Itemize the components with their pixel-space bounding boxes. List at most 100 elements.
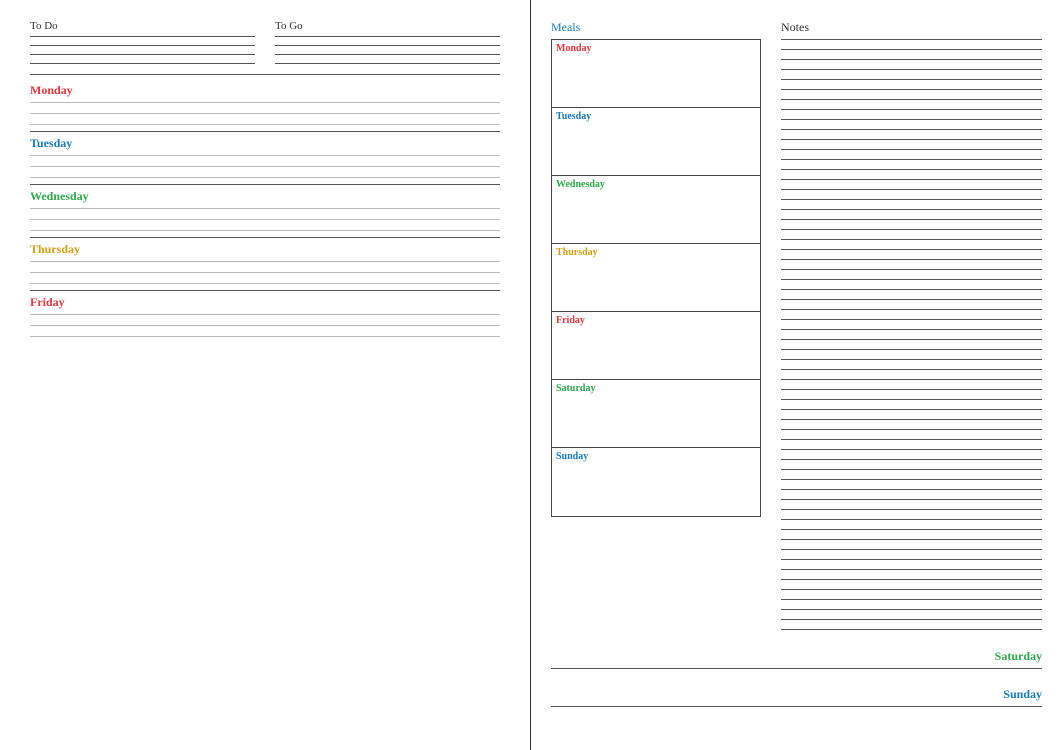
- rn-line-14: [781, 169, 1042, 170]
- rn-line-38: [781, 409, 1042, 410]
- monday-line-1: [30, 102, 500, 103]
- meal-saturday-label: Saturday: [556, 383, 756, 394]
- saturday-divider: [551, 668, 1042, 669]
- meal-thursday-label: Thursday: [556, 247, 756, 258]
- rn-line-33: [781, 359, 1042, 360]
- rn-line-21: [781, 239, 1042, 240]
- friday-line-2: [30, 325, 500, 326]
- meal-sunday: Sunday: [552, 448, 760, 516]
- top-divider: [30, 74, 500, 75]
- rn-line-29: [781, 319, 1042, 320]
- meal-saturday: Saturday: [552, 380, 760, 448]
- todo-lines: [30, 36, 255, 64]
- rn-line-13: [781, 159, 1042, 160]
- thursday-divider: [30, 290, 500, 291]
- friday-label: Friday: [30, 295, 500, 310]
- meal-friday: Friday: [552, 312, 760, 380]
- tuesday-lines: [30, 155, 500, 178]
- togo-label: To Go: [275, 20, 500, 32]
- rn-line-7: [781, 99, 1042, 100]
- wednesday-label: Wednesday: [30, 189, 500, 204]
- rn-line-11: [781, 139, 1042, 140]
- rn-line-51: [781, 539, 1042, 540]
- rn-line-49: [781, 519, 1042, 520]
- todo-col: To Do: [30, 20, 255, 64]
- monday-line-3: [30, 124, 500, 125]
- rn-line-32: [781, 349, 1042, 350]
- rn-line-59: [781, 619, 1042, 620]
- bottom-days-section: Saturday Sunday: [551, 649, 1042, 707]
- day-monday: Monday: [30, 83, 500, 125]
- saturday-row: Saturday: [551, 649, 1042, 664]
- meals-table: Monday Tuesday Wednesday Thursday Friday: [551, 39, 761, 517]
- togo-line-4: [275, 63, 500, 64]
- meal-sunday-label: Sunday: [556, 451, 756, 462]
- rn-line-6: [781, 89, 1042, 90]
- rn-line-39: [781, 419, 1042, 420]
- meal-monday: Monday: [552, 40, 760, 108]
- rn-line-35: [781, 379, 1042, 380]
- rn-line-46: [781, 489, 1042, 490]
- rn-line-54: [781, 569, 1042, 570]
- monday-divider: [30, 131, 500, 132]
- rn-line-60: [781, 629, 1042, 630]
- rn-line-15: [781, 179, 1042, 180]
- tuesday-label: Tuesday: [30, 136, 500, 151]
- rn-line-37: [781, 399, 1042, 400]
- todo-line-2: [30, 45, 255, 46]
- wednesday-divider: [30, 237, 500, 238]
- meal-tuesday-label: Tuesday: [556, 111, 756, 122]
- meal-wednesday: Wednesday: [552, 176, 760, 244]
- tuesday-line-2: [30, 166, 500, 167]
- meal-tuesday: Tuesday: [552, 108, 760, 176]
- meals-label: Meals: [551, 20, 771, 35]
- monday-label: Monday: [30, 83, 500, 98]
- rn-line-3: [781, 59, 1042, 60]
- monday-line-2: [30, 113, 500, 114]
- sunday-divider: [551, 706, 1042, 707]
- rn-line-58: [781, 609, 1042, 610]
- meal-wednesday-label: Wednesday: [556, 179, 756, 190]
- meals-section: Meals Monday Tuesday Wednesday Thursday: [551, 20, 771, 639]
- togo-line-1: [275, 36, 500, 37]
- rn-line-47: [781, 499, 1042, 500]
- todo-line-4: [30, 63, 255, 64]
- rn-line-34: [781, 369, 1042, 370]
- rn-line-36: [781, 389, 1042, 390]
- togo-col: To Go: [275, 20, 500, 64]
- day-wednesday: Wednesday: [30, 189, 500, 231]
- day-friday: Friday: [30, 295, 500, 337]
- sunday-row: Sunday: [551, 687, 1042, 702]
- rn-line-45: [781, 479, 1042, 480]
- sunday-label: Sunday: [1003, 687, 1042, 702]
- notes-section: Notes: [781, 20, 1042, 639]
- rn-line-25: [781, 279, 1042, 280]
- wednesday-line-3: [30, 230, 500, 231]
- notes-label: Notes: [781, 20, 1042, 35]
- tuesday-line-1: [30, 155, 500, 156]
- top-section: To Do To Go: [30, 20, 500, 64]
- rn-line-41: [781, 439, 1042, 440]
- rn-line-43: [781, 459, 1042, 460]
- togo-line-3: [275, 54, 500, 55]
- todo-line-1: [30, 36, 255, 37]
- rn-line-55: [781, 579, 1042, 580]
- day-thursday: Thursday: [30, 242, 500, 284]
- rn-line-16: [781, 189, 1042, 190]
- todo-label: To Do: [30, 20, 255, 32]
- rn-line-50: [781, 529, 1042, 530]
- thursday-lines: [30, 261, 500, 284]
- rn-line-42: [781, 449, 1042, 450]
- right-page: Meals Monday Tuesday Wednesday Thursday: [531, 0, 1062, 750]
- thursday-line-1: [30, 261, 500, 262]
- togo-lines: [275, 36, 500, 64]
- rn-line-10: [781, 129, 1042, 130]
- rn-line-56: [781, 589, 1042, 590]
- meal-friday-label: Friday: [556, 315, 756, 326]
- rn-line-1: [781, 39, 1042, 40]
- day-tuesday: Tuesday: [30, 136, 500, 178]
- tuesday-divider: [30, 184, 500, 185]
- todo-line-3: [30, 54, 255, 55]
- rn-line-48: [781, 509, 1042, 510]
- friday-line-3: [30, 336, 500, 337]
